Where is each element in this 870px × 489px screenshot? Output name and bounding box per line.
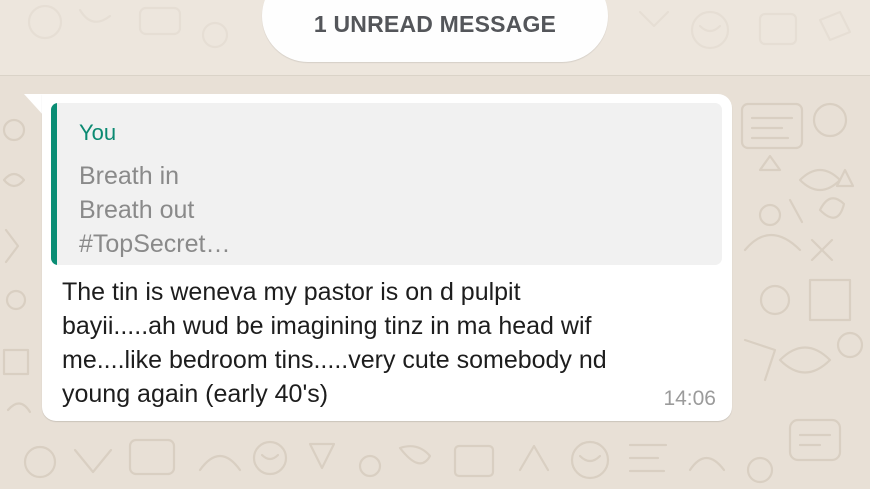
message-line: young again (early 40's) [62,380,329,408]
quoted-line: Breath out [79,196,195,224]
message-text: The tin is weneva my pastor is on d pulp… [62,275,702,411]
quoted-author: You [79,120,117,145]
quoted-line: #TopSecret… [79,230,231,258]
message-line: bayii.....ah wud be imagining tinz in ma… [62,312,592,340]
quoted-line: Breath in [79,162,180,190]
unread-banner-label: 1 UNREAD MESSAGE [313,11,557,37]
quoted-message[interactable]: You Breath in Breath out #TopSecret… [51,103,722,265]
quote-accent-bar [51,103,57,265]
message-line: The tin is weneva my pastor is on d pulp… [62,278,521,306]
unread-banner-band: 1 UNREAD MESSAGE [0,0,870,76]
quoted-text: Breath in Breath out #TopSecret… [79,159,230,261]
message-line: me....like bedroom tins.....very cute so… [62,346,607,374]
incoming-message-bubble[interactable]: You Breath in Breath out #TopSecret… The… [42,94,732,421]
message-bubble-tail [24,94,44,116]
unread-banner: 1 UNREAD MESSAGE [262,0,608,62]
message-timestamp: 14:06 [663,387,716,410]
